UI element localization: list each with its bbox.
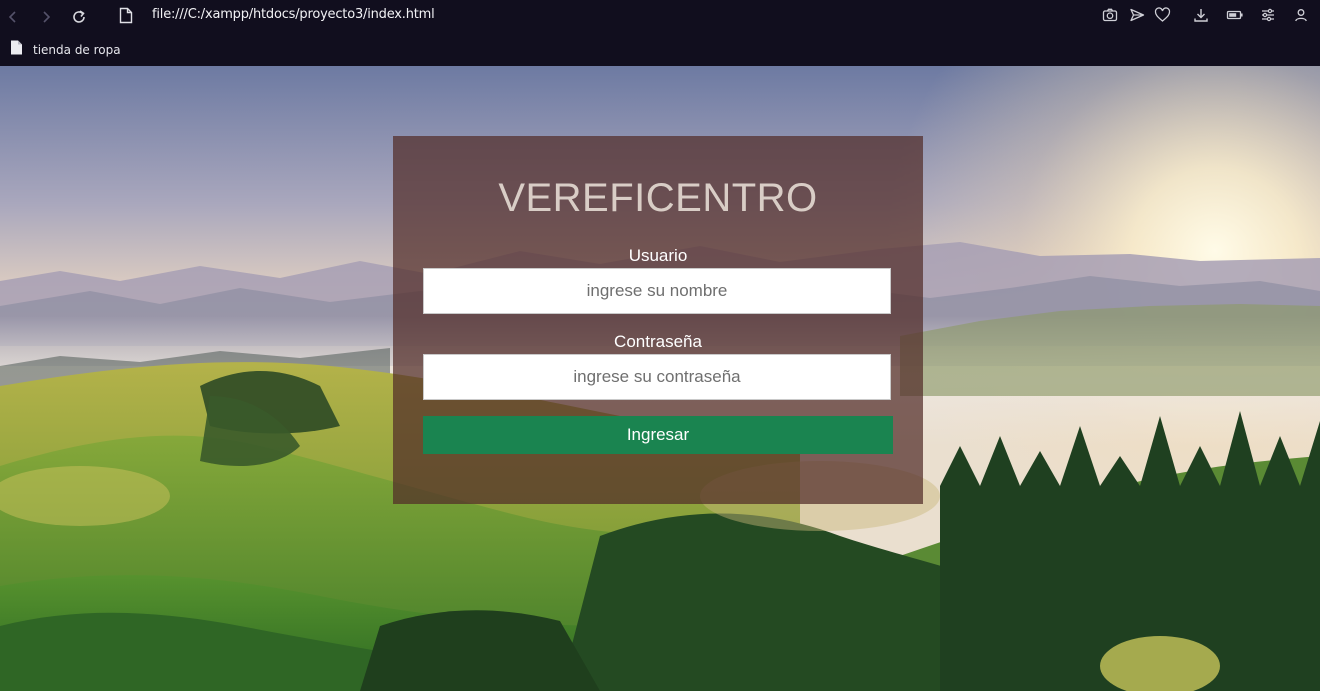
page-icon xyxy=(10,40,23,59)
download-icon[interactable] xyxy=(1193,7,1209,27)
address-bar-url[interactable]: file:///C:/xampp/htdocs/proyecto3/index.… xyxy=(152,7,435,22)
password-label: Contraseña xyxy=(614,332,702,351)
page-icon xyxy=(119,7,133,28)
login-card: VEREFICENTRO Usuario Contraseña Ingresar xyxy=(393,136,923,504)
bookmark-label: tienda de ropa xyxy=(33,42,121,57)
bookmarks-bar: tienda de ropa xyxy=(0,33,1320,66)
browser-toolbar: file:///C:/xampp/htdocs/proyecto3/index.… xyxy=(0,0,1320,33)
password-input[interactable] xyxy=(423,354,891,400)
page-viewport: VEREFICENTRO Usuario Contraseña Ingresar xyxy=(0,66,1320,691)
heart-icon[interactable] xyxy=(1154,7,1171,27)
username-label: Usuario xyxy=(628,246,688,265)
send-icon[interactable] xyxy=(1129,7,1145,27)
profile-icon[interactable] xyxy=(1293,7,1309,27)
forward-arrow-icon[interactable] xyxy=(35,6,57,28)
reload-icon[interactable] xyxy=(68,6,90,28)
username-input[interactable] xyxy=(423,268,891,314)
page-title: VEREFICENTRO xyxy=(498,176,818,220)
back-arrow-icon[interactable] xyxy=(2,6,24,28)
battery-icon[interactable] xyxy=(1226,7,1244,27)
login-button[interactable]: Ingresar xyxy=(423,416,893,454)
camera-icon[interactable] xyxy=(1102,7,1118,27)
bookmark-item[interactable]: tienda de ropa xyxy=(10,40,121,59)
easy-setup-icon[interactable] xyxy=(1260,7,1276,27)
